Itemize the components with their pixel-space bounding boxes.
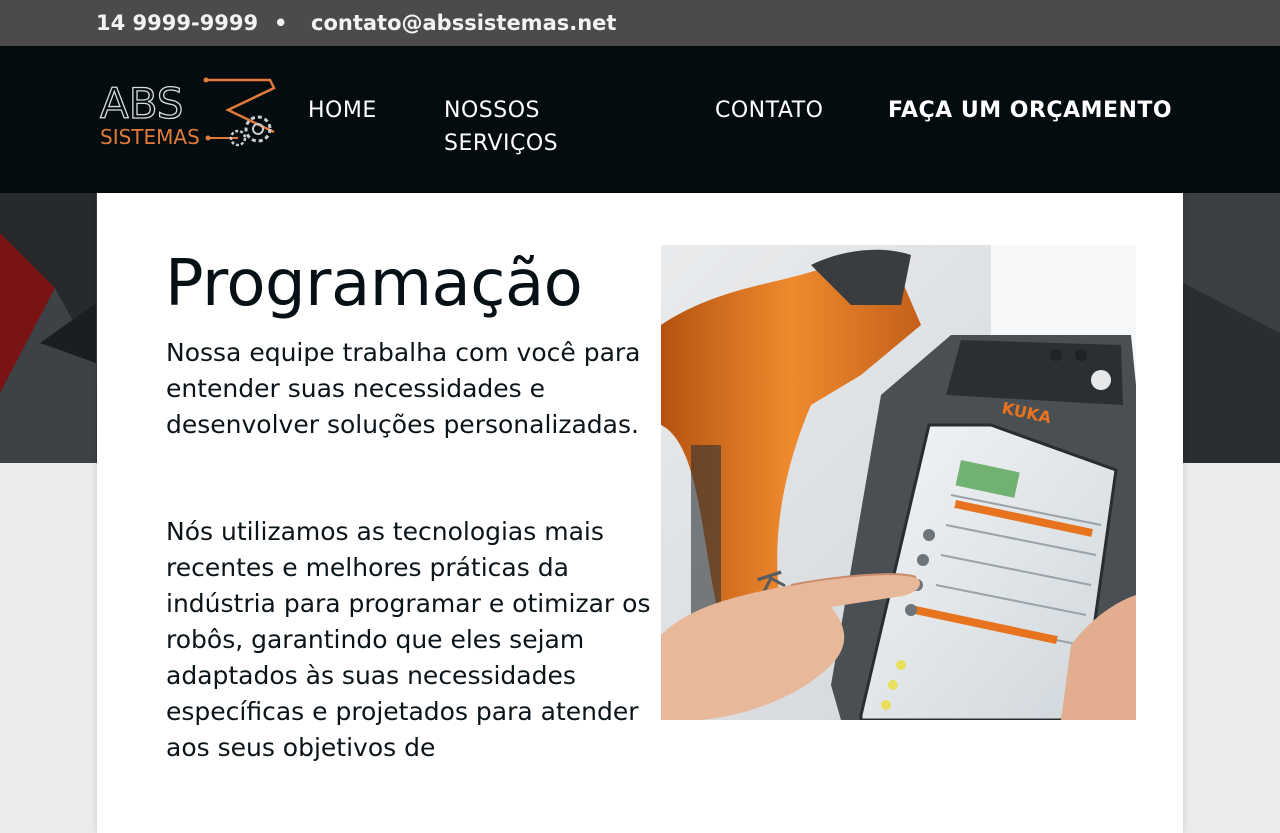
logo-abs-text: ABS <box>100 79 183 128</box>
phone-number[interactable]: 14 9999-9999 <box>96 11 258 35</box>
site-header: ABS SISTEMAS HOME NOSSOS SERVIÇOS CONTAT… <box>0 46 1280 193</box>
logo-sistemas-text: SISTEMAS <box>100 125 200 149</box>
nav-faca-um-orcamento[interactable]: FAÇA UM ORÇAMENTO <box>888 94 1172 127</box>
content-card: Programação Nossa equipe trabalha com vo… <box>97 193 1183 833</box>
nav-nossos-servicos[interactable]: NOSSOS SERVIÇOS <box>444 94 644 160</box>
description-paragraph: Nós utilizamos as tecnologias mais recen… <box>166 517 651 762</box>
intro-paragraph: Nossa equipe trabalha com você para ente… <box>166 338 641 439</box>
page-title: Programação <box>165 247 583 321</box>
contact-topbar: 14 9999-9999 • contato@abssistemas.net <box>0 0 1280 46</box>
email-link[interactable]: contato@abssistemas.net <box>311 11 616 35</box>
abs-sistemas-logo[interactable]: ABS SISTEMAS <box>98 74 282 152</box>
separator-dot: • <box>274 11 288 35</box>
nav-contato[interactable]: CONTATO <box>715 94 823 127</box>
robot-teach-pendant-photo: KUKA KUKA <box>661 245 1136 720</box>
nav-home[interactable]: HOME <box>308 94 377 127</box>
